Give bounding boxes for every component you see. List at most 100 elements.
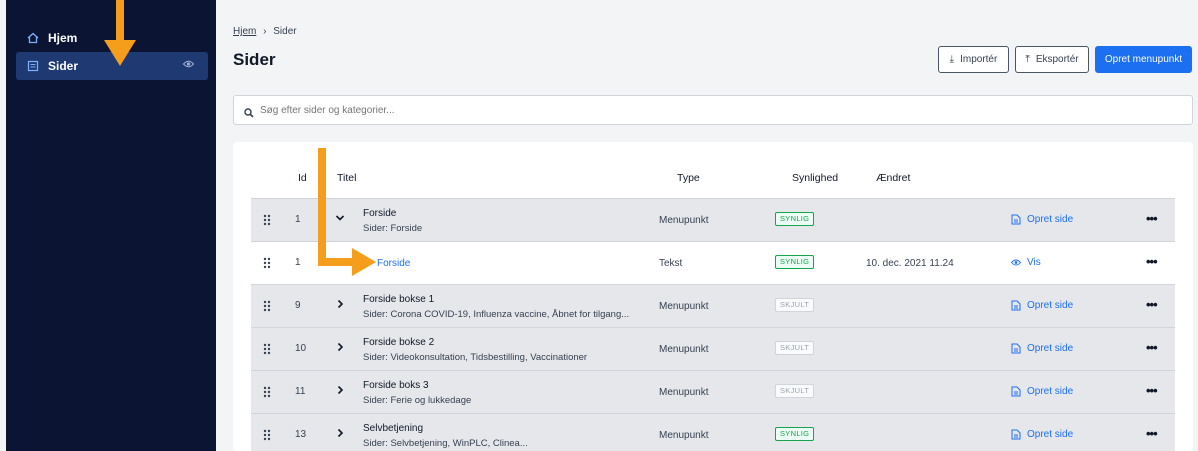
- column-header-changed[interactable]: Ændret: [876, 172, 910, 184]
- export-button[interactable]: ⤒ Eksportér: [1015, 46, 1089, 73]
- chevron-right-icon[interactable]: [335, 426, 345, 440]
- search-icon: [244, 105, 254, 118]
- drag-handle-icon[interactable]: [263, 300, 271, 312]
- column-header-type[interactable]: Type: [677, 172, 700, 184]
- search-input[interactable]: [260, 104, 1160, 116]
- row-id: 13: [295, 429, 307, 440]
- more-options-icon[interactable]: •••: [1146, 426, 1158, 441]
- search-bar[interactable]: [233, 95, 1193, 125]
- eye-icon: [1011, 259, 1021, 266]
- create-page-link[interactable]: Opret side: [1011, 343, 1073, 354]
- row-type: Menupunkt: [659, 387, 709, 398]
- table-row[interactable]: 13 Selvbetjening Sider: Selvbetjening, W…: [251, 413, 1175, 451]
- status-badge: SYNLIG: [775, 255, 815, 269]
- document-icon: [1011, 429, 1021, 440]
- row-subtitle: Sider: Videokonsultation, Tidsbestilling…: [363, 352, 588, 363]
- import-icon: ⤓: [949, 54, 955, 65]
- main-content: Hjem › Sider Sider ⤓ Importér ⤒ Eksporté…: [216, 0, 1198, 451]
- row-changed-date: 10. dec. 2021 11.24: [866, 258, 954, 269]
- row-title: Forside bokse 1: [363, 294, 435, 305]
- create-button-label: Opret menupunkt: [1104, 54, 1183, 65]
- status-badge: SKJULT: [775, 341, 815, 355]
- row-type: Tekst: [659, 258, 683, 269]
- action-label: Opret side: [1027, 214, 1074, 225]
- view-link[interactable]: Vis: [1011, 257, 1041, 268]
- action-label: Vis: [1027, 257, 1041, 268]
- create-page-link[interactable]: Opret side: [1011, 429, 1073, 440]
- drag-handle-icon[interactable]: [263, 257, 271, 269]
- row-subtitle: Sider: Selvbetjening, WinPLC, Clinea...: [363, 438, 528, 449]
- row-title: Forside bokse 2: [363, 337, 435, 348]
- table-row[interactable]: 11 Forside boks 3 Sider: Ferie og lukked…: [251, 370, 1175, 413]
- table-row[interactable]: 9 Forside bokse 1 Sider: Corona COVID-19…: [251, 284, 1175, 327]
- create-page-link[interactable]: Opret side: [1011, 386, 1073, 397]
- more-options-icon[interactable]: •••: [1146, 383, 1158, 398]
- more-options-icon[interactable]: •••: [1146, 340, 1158, 355]
- row-subtitle: Sider: Forside: [363, 223, 423, 234]
- action-label: Opret side: [1027, 429, 1074, 440]
- document-icon: [1011, 300, 1021, 311]
- status-badge: SKJULT: [775, 298, 815, 312]
- sidebar: Hjem Sider: [6, 0, 216, 451]
- action-label: Opret side: [1027, 343, 1074, 354]
- sidebar-item-hjem[interactable]: Hjem: [16, 24, 208, 52]
- drag-handle-icon[interactable]: [263, 343, 271, 355]
- sidebar-item-label: Sider: [48, 59, 79, 73]
- table-header: Id Titel Type Synlighed Ændret: [233, 164, 1193, 190]
- row-title: Forside boks 3: [363, 380, 429, 391]
- create-page-link[interactable]: Opret side: [1011, 300, 1073, 311]
- row-title: Forside: [363, 208, 397, 219]
- row-type: Menupunkt: [659, 430, 709, 441]
- column-header-id[interactable]: Id: [298, 172, 307, 184]
- row-subtitle: Sider: Ferie og lukkedage: [363, 395, 472, 406]
- row-title-link[interactable]: Forside: [377, 258, 410, 269]
- export-button-label: Eksportér: [1035, 54, 1079, 65]
- sidebar-item-sider[interactable]: Sider: [16, 52, 208, 80]
- row-id: 11: [295, 386, 306, 397]
- row-type: Menupunkt: [659, 301, 709, 312]
- chevron-right-icon[interactable]: [335, 297, 345, 311]
- table-row[interactable]: 1 Forside Tekst SYNLIG 10. dec. 2021 11.…: [251, 241, 1175, 284]
- breadcrumb-home-link[interactable]: Hjem: [233, 26, 256, 37]
- column-header-visibility[interactable]: Synlighed: [792, 172, 838, 184]
- row-id: 1: [295, 214, 301, 225]
- drag-handle-icon[interactable]: [263, 386, 271, 398]
- document-icon: [1011, 343, 1021, 354]
- chevron-down-icon[interactable]: [335, 211, 345, 225]
- table-row[interactable]: 10 Forside bokse 2 Sider: Videokonsultat…: [251, 327, 1175, 370]
- table-row[interactable]: 1 Forside Sider: Forside Menupunkt SYNLI…: [251, 198, 1175, 241]
- pages-icon: [26, 59, 40, 73]
- import-button[interactable]: ⤓ Importér: [938, 46, 1009, 73]
- chevron-right-icon[interactable]: [335, 340, 345, 354]
- row-id: 1: [295, 257, 301, 268]
- drag-handle-icon[interactable]: [263, 214, 271, 226]
- more-options-icon[interactable]: •••: [1146, 297, 1158, 312]
- breadcrumb-current: Sider: [273, 26, 297, 37]
- export-icon: ⤒: [1025, 54, 1030, 65]
- page-title: Sider: [233, 50, 276, 69]
- create-page-link[interactable]: Opret side: [1011, 214, 1073, 225]
- status-badge: SYNLIG: [775, 427, 815, 441]
- row-title: Selvbetjening: [363, 423, 424, 434]
- sidebar-item-label: Hjem: [48, 31, 78, 45]
- create-menu-item-button[interactable]: Opret menupunkt: [1095, 46, 1192, 73]
- home-icon: [26, 31, 40, 45]
- document-icon: [1011, 386, 1021, 397]
- breadcrumb-separator: ›: [263, 26, 267, 37]
- row-id: 9: [295, 300, 301, 311]
- column-header-title[interactable]: Titel: [337, 172, 356, 184]
- pages-table: Id Titel Type Synlighed Ændret 1 Forside…: [233, 142, 1193, 451]
- row-subtitle: Sider: Corona COVID-19, Influenza vaccin…: [363, 309, 630, 320]
- chevron-right-icon[interactable]: [335, 383, 345, 397]
- row-type: Menupunkt: [659, 344, 709, 355]
- action-label: Opret side: [1027, 386, 1074, 397]
- row-id: 10: [295, 343, 307, 354]
- document-icon: [1011, 214, 1021, 225]
- more-options-icon[interactable]: •••: [1146, 254, 1158, 269]
- more-options-icon[interactable]: •••: [1146, 211, 1158, 226]
- action-label: Opret side: [1027, 300, 1074, 311]
- status-badge: SYNLIG: [775, 212, 815, 226]
- eye-icon[interactable]: [182, 59, 195, 71]
- drag-handle-icon[interactable]: [263, 429, 271, 441]
- breadcrumb: Hjem › Sider: [233, 26, 297, 37]
